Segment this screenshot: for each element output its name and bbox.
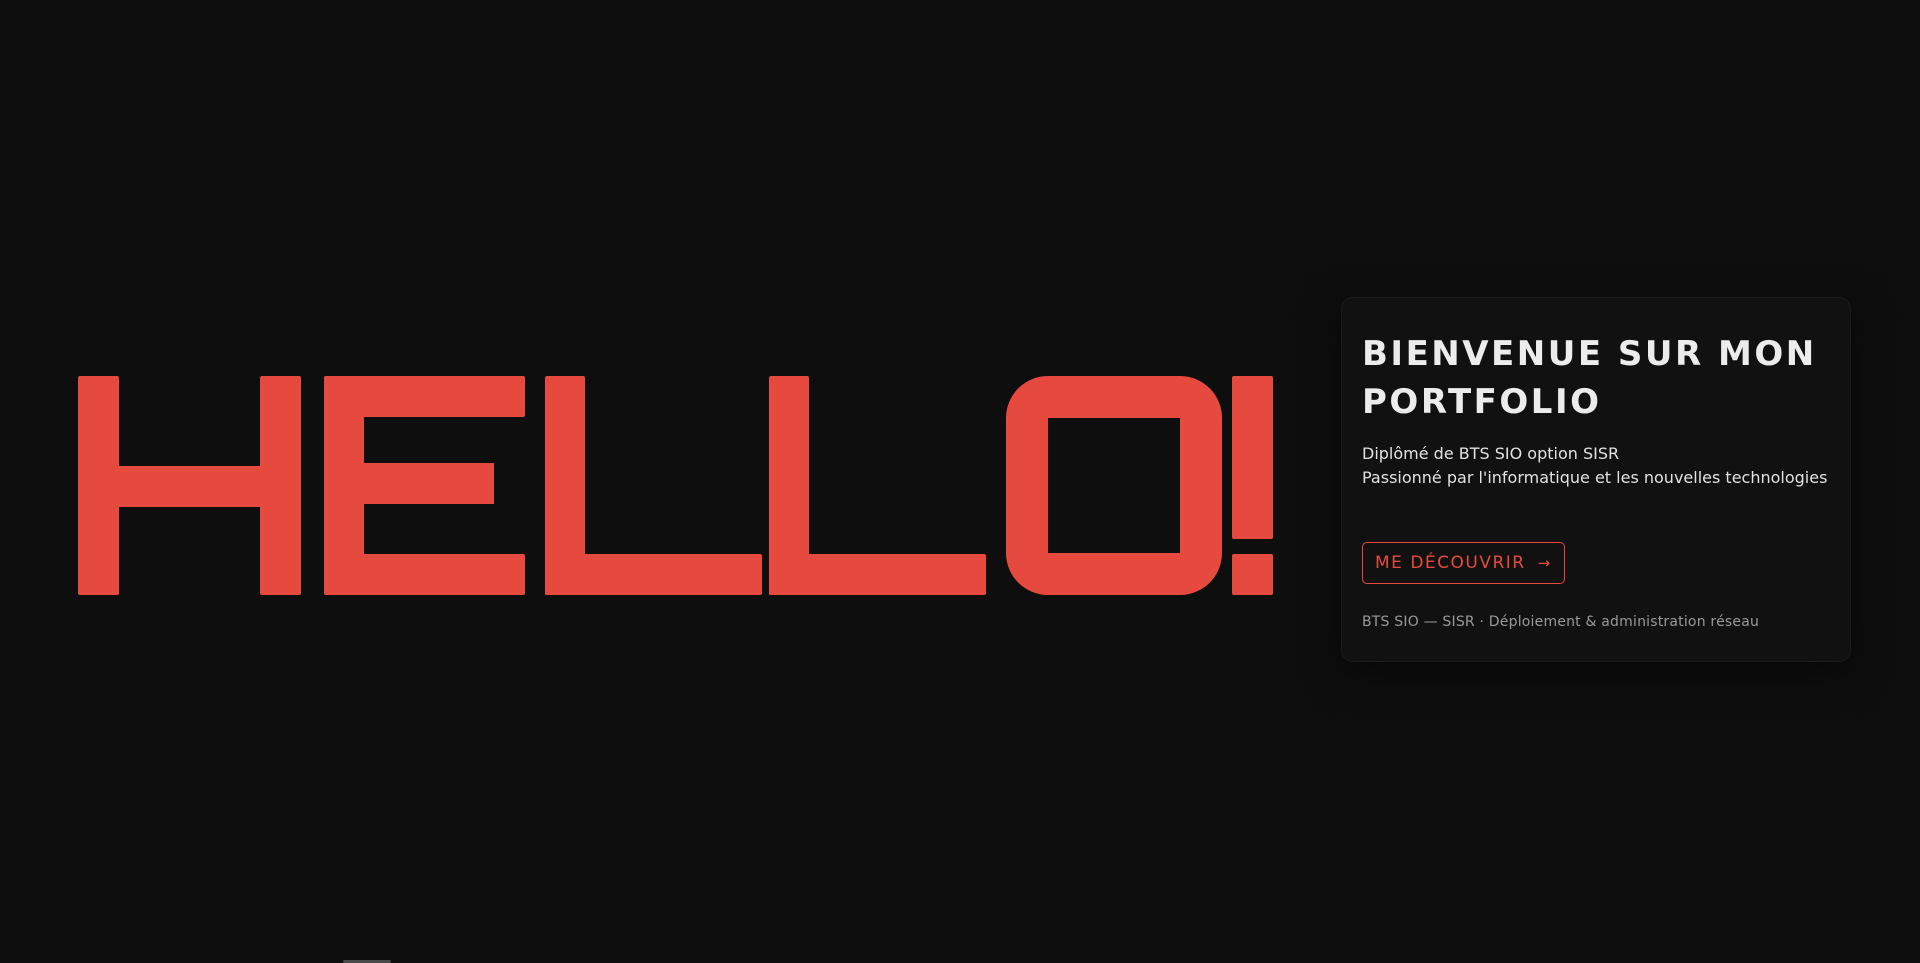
welcome-title-line1: BIENVENUE SUR MON bbox=[1362, 334, 1817, 374]
card-footer-tagline: BTS SIO — SISR · Déploiement & administr… bbox=[1362, 614, 1760, 630]
hello-word bbox=[78, 376, 1273, 595]
welcome-description: Diplômé de BTS SIO option SISR Passionné… bbox=[1362, 442, 1830, 490]
hero-section: BIENVENUE SUR MON PORTFOLIO Diplômé de B… bbox=[0, 0, 1920, 963]
hello-letter-o bbox=[1006, 376, 1222, 595]
hello-exclamation bbox=[1232, 376, 1273, 539]
description-line-degree: Diplômé de BTS SIO option SISR bbox=[1362, 444, 1620, 463]
welcome-title: BIENVENUE SUR MON PORTFOLIO bbox=[1362, 330, 1830, 426]
hello-letter-h bbox=[78, 376, 119, 595]
welcome-card: BIENVENUE SUR MON PORTFOLIO Diplômé de B… bbox=[1341, 297, 1851, 662]
discover-button[interactable]: ME DÉCOUVRIR → bbox=[1362, 542, 1565, 584]
discover-button-label: ME DÉCOUVRIR bbox=[1375, 553, 1526, 573]
arrow-right-icon: → bbox=[1537, 554, 1552, 572]
description-line-passion: Passionné par l'informatique et les nouv… bbox=[1362, 468, 1828, 487]
welcome-title-line2: PORTFOLIO bbox=[1362, 382, 1602, 422]
